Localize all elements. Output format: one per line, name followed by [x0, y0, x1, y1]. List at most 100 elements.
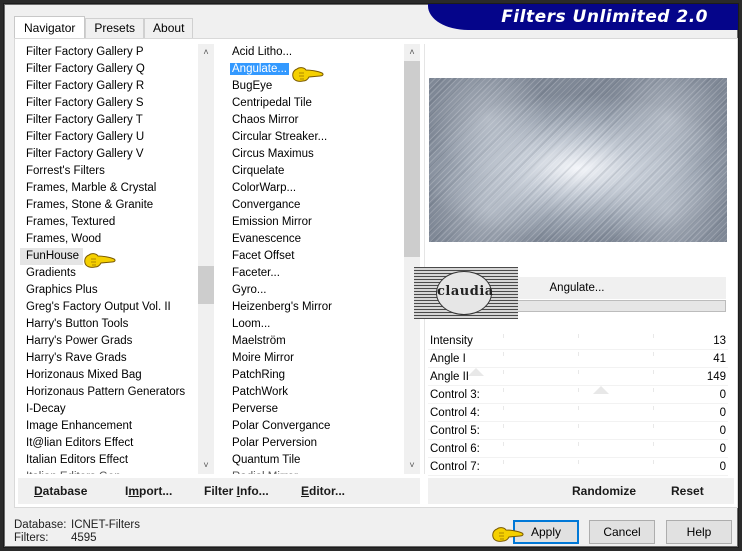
- category-item[interactable]: Harry's Power Grads: [20, 333, 196, 350]
- filter-item-label: ColorWarp...: [232, 182, 297, 194]
- category-item[interactable]: Forrest's Filters: [20, 163, 196, 180]
- filter-item[interactable]: Gyro...: [226, 282, 404, 299]
- slider-tick: [503, 388, 504, 392]
- category-item[interactable]: Filter Factory Gallery T: [20, 112, 196, 129]
- filter-item[interactable]: Acid Litho...: [226, 44, 404, 61]
- filter-item[interactable]: Moire Mirror: [226, 350, 404, 367]
- slider-track[interactable]: [428, 368, 728, 394]
- watermark-logo: claudia: [414, 267, 518, 319]
- filter-item[interactable]: Faceter...: [226, 265, 404, 282]
- filter-item[interactable]: Circular Streaker...: [226, 129, 404, 146]
- filter-list[interactable]: Acid Litho... Angulate... BugEye Centripeda…: [226, 44, 404, 474]
- slider-tick: [578, 442, 579, 446]
- filter-info-button[interactable]: Filter Info...: [204, 478, 269, 504]
- reset-button[interactable]: Reset: [671, 478, 704, 504]
- filter-item-label: Maelström: [232, 335, 286, 347]
- import-button[interactable]: Import...: [125, 478, 172, 504]
- filter-item[interactable]: Evanescence: [226, 231, 404, 248]
- filter-item[interactable]: PatchWork: [226, 384, 404, 401]
- filter-item[interactable]: Maelström: [226, 333, 404, 350]
- category-item[interactable]: Filter Factory Gallery S: [20, 95, 196, 112]
- category-item[interactable]: FunHouse: [20, 248, 84, 265]
- tab-presets[interactable]: Presets: [85, 18, 145, 38]
- control-slider-row[interactable]: Angle I 41: [428, 350, 728, 376]
- category-item[interactable]: Frames, Stone & Granite: [20, 197, 196, 214]
- category-item[interactable]: Frames, Wood: [20, 231, 196, 248]
- database-button[interactable]: Database: [34, 478, 87, 504]
- chevron-down-icon[interactable]: ˅: [404, 457, 420, 474]
- category-item[interactable]: Italian Editors Gen...: [20, 469, 196, 474]
- control-slider-row[interactable]: Angle II 149: [428, 368, 728, 394]
- filter-item[interactable]: Circus Maximus: [226, 146, 404, 163]
- filter-scroll-thumb[interactable]: [404, 61, 420, 257]
- help-button[interactable]: Help: [666, 520, 732, 544]
- category-item[interactable]: Filter Factory Gallery Q: [20, 61, 196, 78]
- category-item[interactable]: Horizonaus Mixed Bag: [20, 367, 196, 384]
- control-slider-row[interactable]: Intensity 13: [428, 332, 728, 350]
- chevron-up-icon[interactable]: ˄: [198, 44, 214, 61]
- editor-button[interactable]: Editor...: [301, 478, 345, 504]
- category-item[interactable]: Filter Factory Gallery P: [20, 44, 196, 61]
- control-slider-row[interactable]: Control 5: 0: [428, 422, 728, 440]
- category-item[interactable]: It@lian Editors Effect: [20, 435, 196, 452]
- filter-item[interactable]: PatchRing: [226, 367, 404, 384]
- control-slider-row[interactable]: Control 3: 0: [428, 386, 728, 404]
- category-item[interactable]: Italian Editors Effect: [20, 452, 196, 469]
- filter-item[interactable]: Radial Mirror: [226, 469, 404, 474]
- control-value: 0: [719, 407, 726, 419]
- category-item[interactable]: Harry's Button Tools: [20, 316, 196, 333]
- category-item[interactable]: Frames, Marble & Crystal: [20, 180, 196, 197]
- window-title: Filters Unlimited 2.0: [501, 7, 708, 27]
- category-item[interactable]: Harry's Rave Grads: [20, 350, 196, 367]
- filter-item[interactable]: Heizenberg's Mirror: [226, 299, 404, 316]
- tab-about[interactable]: About: [144, 18, 194, 38]
- watermark-text: claudia: [437, 284, 494, 299]
- control-label: Control 3:: [430, 389, 480, 401]
- control-value: 0: [719, 443, 726, 455]
- filter-item[interactable]: Polar Perversion: [226, 435, 404, 452]
- control-slider-row[interactable]: Control 4: 0: [428, 404, 728, 422]
- chevron-up-icon[interactable]: ˄: [404, 44, 420, 61]
- category-item[interactable]: Frames, Textured: [20, 214, 196, 231]
- chevron-down-icon[interactable]: ˅: [198, 457, 214, 474]
- control-slider-row[interactable]: Control 7: 0: [428, 458, 728, 476]
- slider-tick: [503, 442, 504, 446]
- tab-navigator[interactable]: Navigator: [14, 16, 86, 38]
- category-item[interactable]: Image Enhancement: [20, 418, 196, 435]
- filter-item[interactable]: Chaos Mirror: [226, 112, 404, 129]
- filter-item[interactable]: Loom...: [226, 316, 404, 333]
- database-label: Database:: [14, 519, 67, 531]
- category-scrollbar[interactable]: ˄ ˅: [198, 44, 214, 474]
- slider-tick: [578, 370, 579, 374]
- cancel-button[interactable]: Cancel: [589, 520, 655, 544]
- filter-item[interactable]: Cirquelate: [226, 163, 404, 180]
- category-item[interactable]: Filter Factory Gallery U: [20, 129, 196, 146]
- slider-track[interactable]: [428, 350, 728, 376]
- filter-item-label: Facet Offset: [232, 250, 295, 262]
- filter-item-label: Cirquelate: [232, 165, 285, 177]
- category-item[interactable]: Greg's Factory Output Vol. II: [20, 299, 196, 316]
- filter-item[interactable]: ColorWarp...: [226, 180, 404, 197]
- category-scroll-thumb[interactable]: [198, 266, 214, 304]
- slider-track[interactable]: [428, 332, 728, 349]
- slider-tick: [653, 370, 654, 374]
- filter-item[interactable]: Quantum Tile: [226, 452, 404, 469]
- control-slider-row[interactable]: Control 6: 0: [428, 440, 728, 458]
- filter-item-label: Faceter...: [232, 267, 280, 279]
- filter-item[interactable]: Facet Offset: [226, 248, 404, 265]
- slider-tick: [653, 442, 654, 446]
- filter-item[interactable]: Emission Mirror: [226, 214, 404, 231]
- filter-item[interactable]: Convergance: [226, 197, 404, 214]
- category-item[interactable]: I-Decay: [20, 401, 196, 418]
- filter-item[interactable]: Perverse: [226, 401, 404, 418]
- randomize-button[interactable]: Randomize: [572, 478, 636, 504]
- filter-item-label: Perverse: [232, 403, 279, 415]
- category-item[interactable]: Filter Factory Gallery V: [20, 146, 196, 163]
- filter-item[interactable]: Centripedal Tile: [226, 95, 404, 112]
- category-item[interactable]: Graphics Plus: [20, 282, 196, 299]
- filter-item[interactable]: Polar Convergance: [226, 418, 404, 435]
- category-item[interactable]: Horizonaus Pattern Generators: [20, 384, 196, 401]
- category-item[interactable]: Filter Factory Gallery R: [20, 78, 196, 95]
- filter-scrollbar[interactable]: ˄ ˅: [404, 44, 420, 474]
- slider-tick: [503, 460, 504, 464]
